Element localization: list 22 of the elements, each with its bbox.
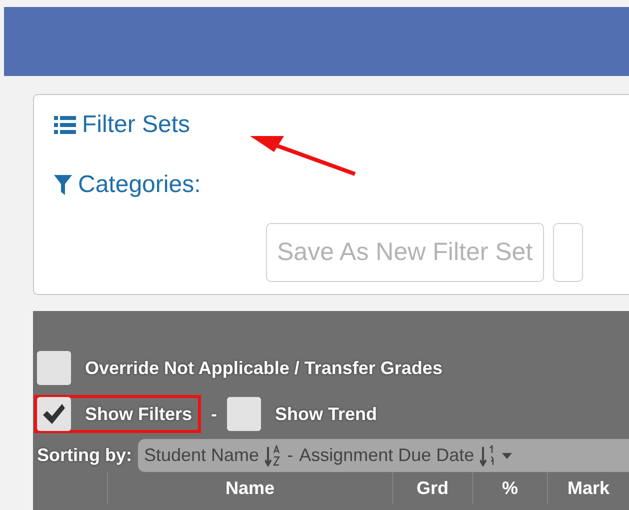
checkbox[interactable] (227, 397, 262, 431)
caret-icon (502, 452, 512, 458)
button-edge[interactable] (552, 223, 583, 282)
checkbox[interactable] (37, 397, 71, 431)
list-icon (54, 116, 76, 134)
check-icon (42, 403, 66, 425)
categories-label: Categories: (78, 171, 201, 199)
column-header[interactable]: Name (107, 472, 392, 504)
sorting-label: Sorting by: (37, 445, 132, 466)
checkbox[interactable] (37, 351, 71, 385)
separator-dash: - (211, 404, 218, 424)
checkbox-label[interactable]: Show Trend (275, 404, 378, 424)
column-header[interactable]: % (472, 472, 547, 504)
checkbox-label[interactable]: Override Not Applicable / Transfer Grades (85, 358, 442, 378)
sorting-dropdown[interactable]: Student Name - Assignment Due Date (138, 439, 629, 472)
column-header[interactable]: Mark (547, 472, 629, 504)
checkbox-label[interactable]: Show Filters (85, 404, 192, 424)
sort-alpha-icon (265, 444, 282, 466)
sort-numeric-icon (480, 444, 496, 466)
filter-sets-link[interactable]: Filter Sets (82, 111, 190, 139)
filter-icon (54, 175, 72, 195)
column-header[interactable]: Grd (392, 472, 472, 504)
